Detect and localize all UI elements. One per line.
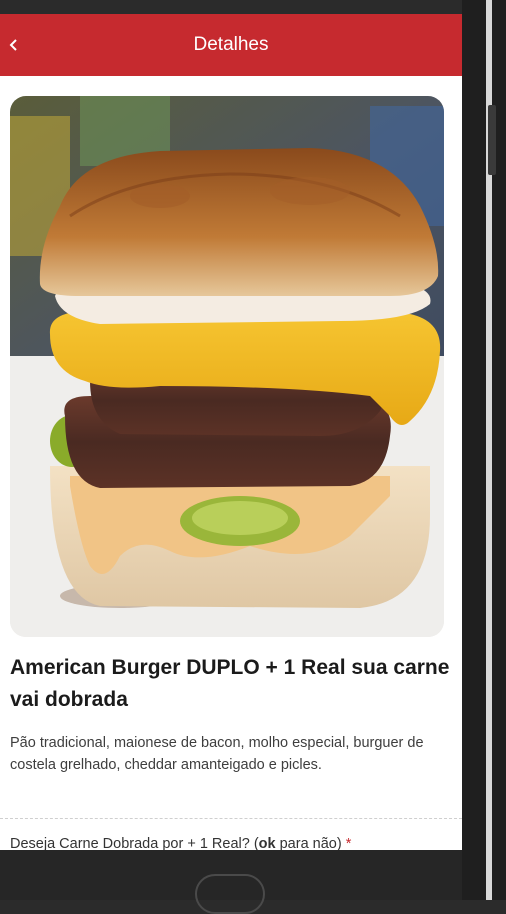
product-title: American Burger DUPLO + 1 Real sua carne… — [10, 656, 450, 711]
device-frame-right — [462, 0, 506, 900]
home-button — [195, 874, 265, 914]
app-screen: Detalhes American Burger DUPLO + 1 Real … — [0, 14, 462, 850]
option-question-suffix: para não) — [275, 836, 342, 850]
product-description: Pão tradicional, maionese de bacon, molh… — [10, 735, 424, 773]
product-image[interactable] — [10, 96, 444, 637]
burger-photo — [10, 96, 444, 637]
device-frame-top — [0, 0, 462, 14]
option-question-prefix: Deseja Carne Dobrada por + 1 Real? ( — [10, 836, 259, 850]
device-side-button — [488, 105, 496, 175]
required-marker: * — [345, 836, 352, 850]
app-bar: Detalhes — [0, 14, 462, 76]
device-frame-bottom — [0, 850, 462, 914]
option-question: Deseja Carne Dobrada por + 1 Real? (ok p… — [10, 836, 450, 850]
option-question-bold: ok — [258, 836, 276, 850]
section-divider — [0, 818, 462, 819]
page-title: Detalhes — [193, 34, 269, 55]
